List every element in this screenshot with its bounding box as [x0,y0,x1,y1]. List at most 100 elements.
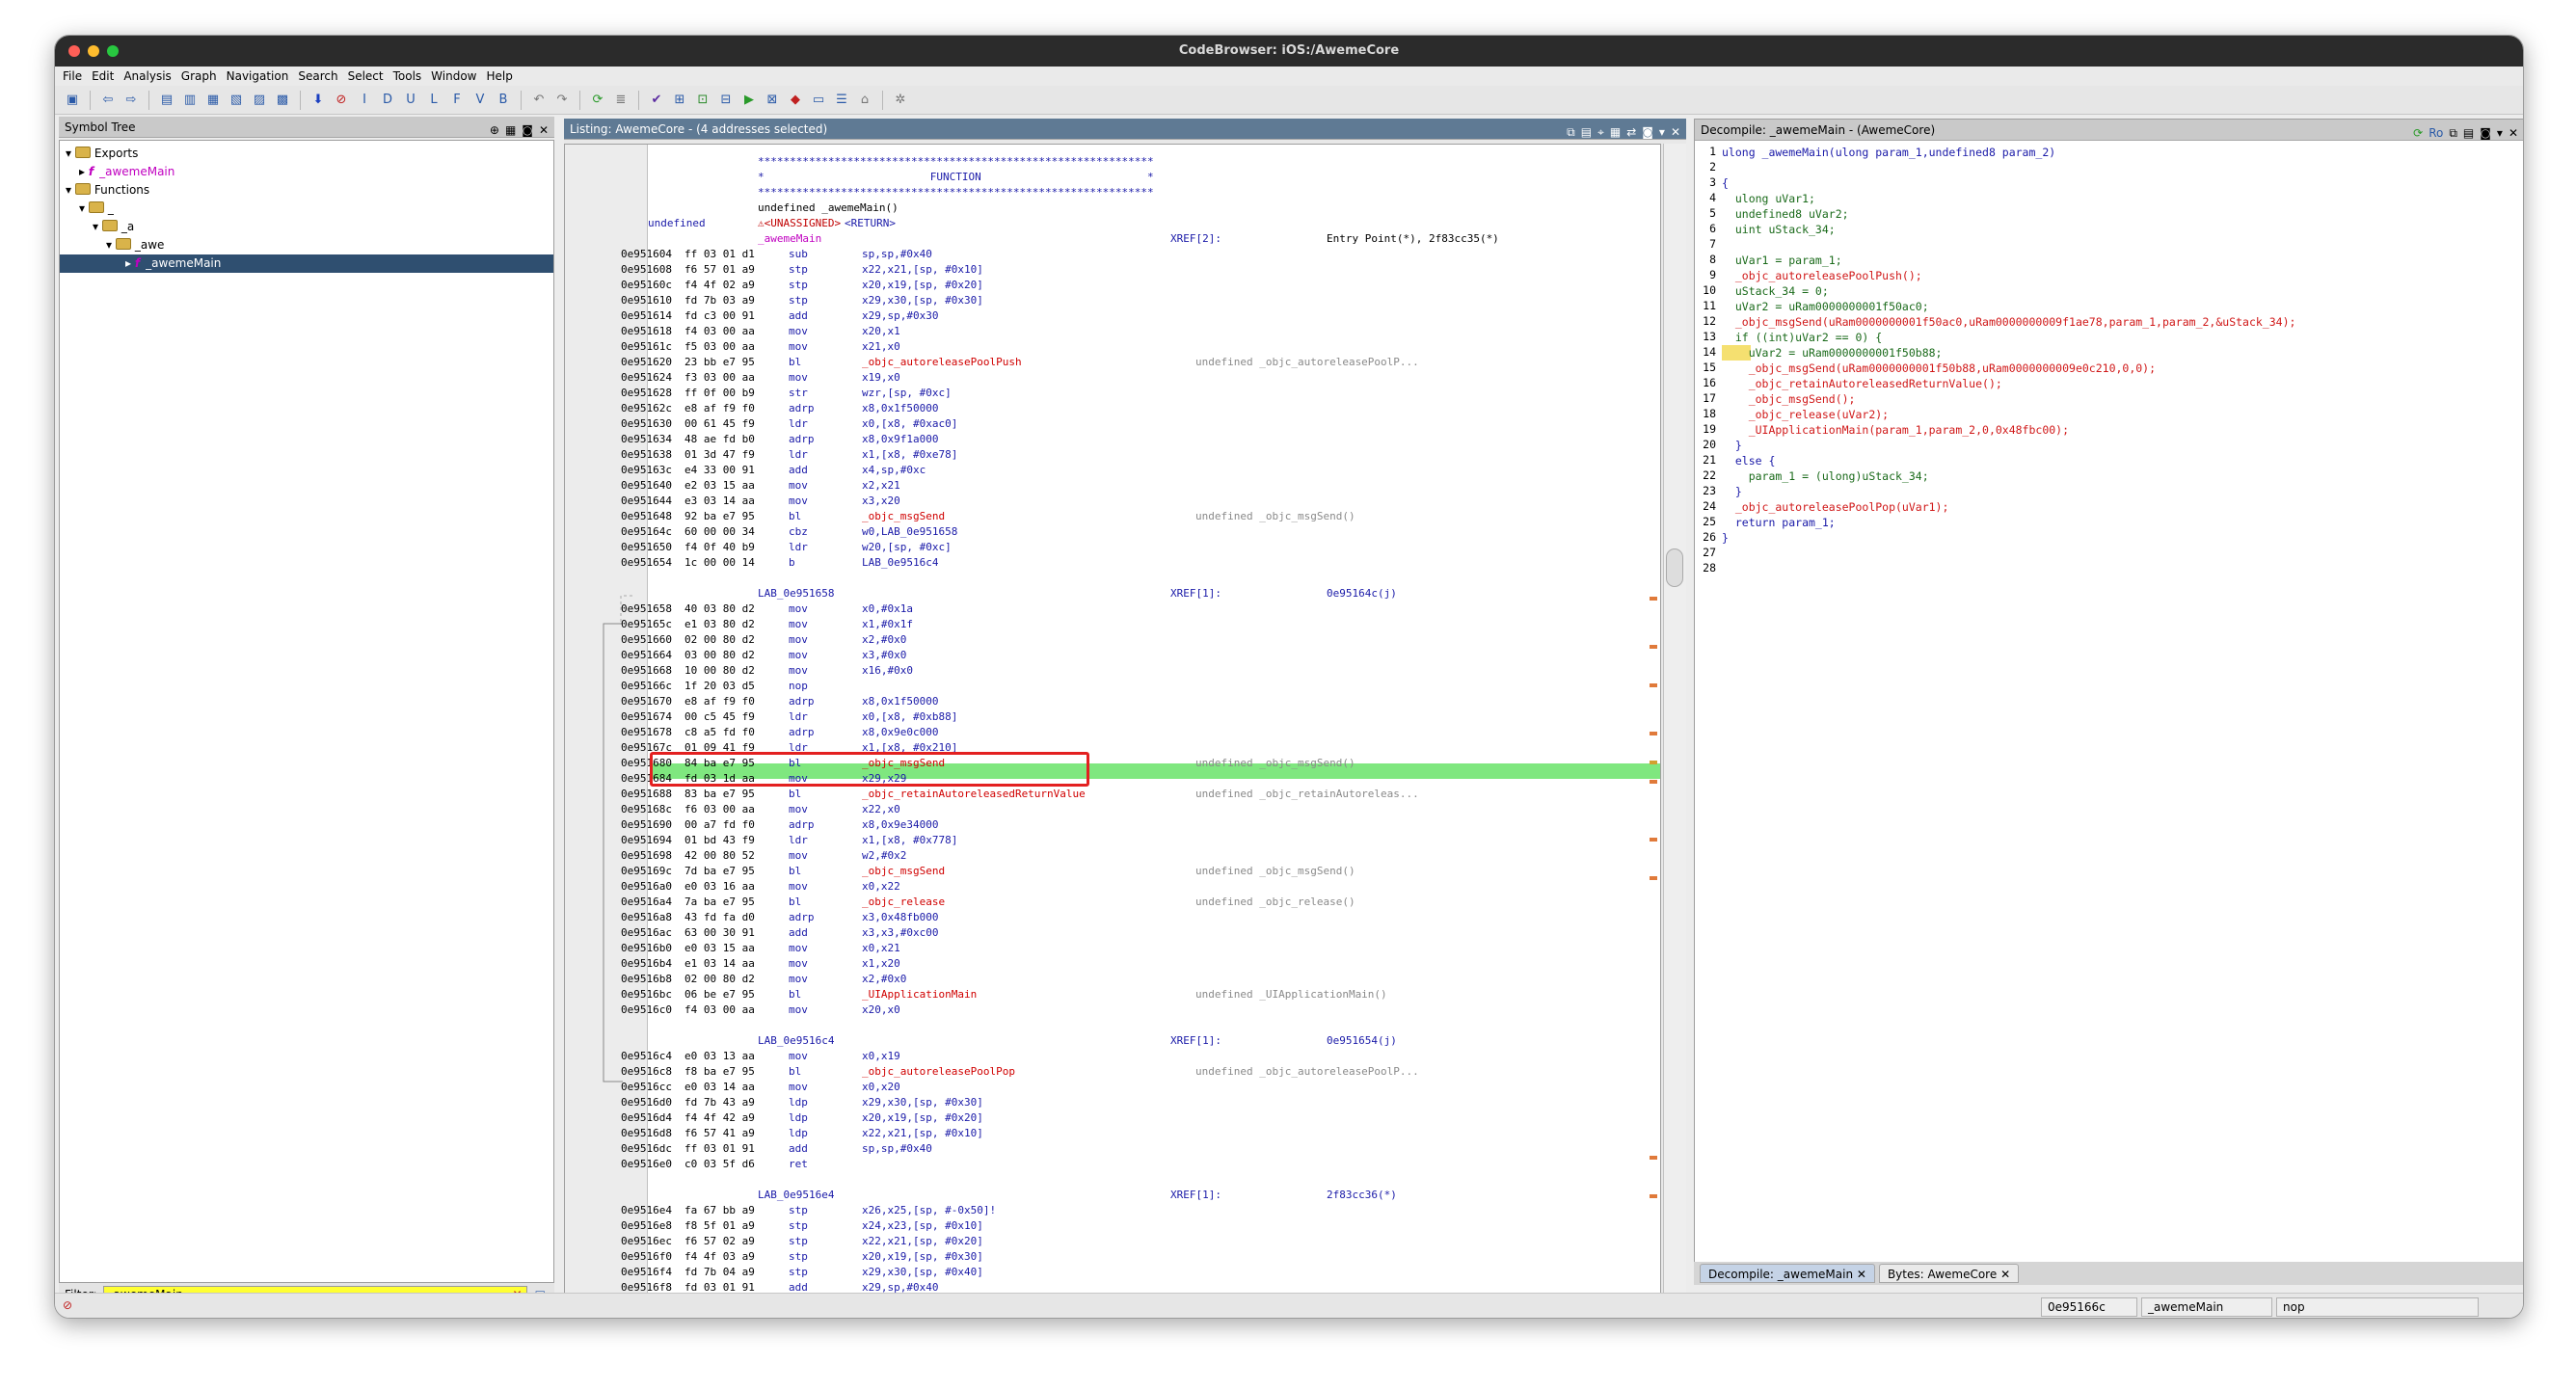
decompile-line[interactable]: _objc_msgSend(uRam0000000001f50b88,uRam0… [1722,361,2156,376]
instruction-line[interactable]: 0e951674 00 c5 45 f9 ldr x0,[x8, #0xb88] [565,709,1577,725]
decompile-line[interactable]: return param_1; [1722,515,1836,530]
tab-bytes[interactable]: Bytes: AwemeCore ✕ [1878,1264,2020,1283]
down-arrow-icon[interactable]: ⬇ [309,91,328,110]
decompiled-code[interactable]: 1 ulong _awemeMain(ulong param_1,undefine… [1695,141,2523,1272]
decompile-line[interactable]: if ((int)uVar2 == 0) { [1722,330,1882,345]
copy-icon[interactable]: ⧉ [1567,121,1575,143]
decompile-line[interactable]: _objc_msgSend(); [1722,391,1856,407]
decompile-line[interactable]: _objc_msgSend(uRam0000000001f50ac0,uRam0… [1722,314,2296,330]
menu-file[interactable]: File [63,67,82,86]
decompile-line[interactable]: _objc_release(uVar2); [1722,407,1889,422]
instruction-line[interactable]: 0e951698 42 00 80 52 mov w2,#0x2 [565,848,1577,864]
zoom-window-button[interactable] [107,45,119,57]
tree-item-underscore[interactable]: ▾ _ [60,200,553,218]
instruction-line[interactable]: 0e9516ac 63 00 30 91 add x3,x3,#0xc00 [565,925,1577,941]
close-panel-icon[interactable]: ✕ [539,120,549,141]
instruction-line[interactable]: 0e95165c e1 03 80 d2 mov x1,#0x1f [565,617,1577,632]
instruction-line[interactable]: 0e951670 e8 af f9 f0 adrp x8,0x1f50000 [565,694,1577,709]
instruction-line[interactable]: 0e951644 e3 03 14 aa mov x3,x20 [565,494,1577,509]
instruction-line[interactable]: 0e951608 f6 57 01 a9 stp x22,x21,[sp, #0x10… [565,262,1577,278]
label-nav-icon[interactable]: L [424,91,443,110]
function-nav-icon[interactable]: F [447,91,467,110]
save-icon[interactable]: ▣ [63,91,82,110]
tree-item-functions[interactable]: ▾ Functions [60,181,553,200]
instruction-line[interactable]: 0e9516f0 f4 4f 03 a9 stp x20,x19,[sp, #0x30… [565,1249,1577,1265]
instruction-line[interactable]: 0e95169c 7d ba e7 95 bl _objc_msgSend undefi… [565,864,1577,879]
instruction-line[interactable]: 0e951668 10 00 80 d2 mov x16,#0x0 [565,663,1577,679]
undo-icon[interactable]: ↶ [529,91,549,110]
instruction-line[interactable]: 0e951654 1c 00 00 14 b LAB_0e9516c4 [565,555,1577,571]
selected-instruction[interactable]: 0e95166c 1f 20 03 d5 nop [565,679,1577,694]
data-nav-icon[interactable]: D [378,91,397,110]
instruction-line[interactable]: 0e95162c e8 af f9 f0 adrp x8,0x1f50000 [565,401,1577,416]
decompile-line[interactable]: { [1722,175,1729,191]
bookmarks-icon[interactable]: ◆ [786,91,805,110]
decompile-line[interactable]: uVar2 = uRam0000000001f50b88; [1722,345,1943,361]
nav-label-icon[interactable]: ▧ [227,91,246,110]
paste-icon[interactable]: ▤ [1581,121,1592,143]
new-namespace-icon[interactable]: ⊕ [490,120,499,141]
menu-analysis[interactable]: Analysis [123,67,171,86]
stop-icon[interactable]: ⊘ [332,91,351,110]
instruction-line[interactable]: 0e951660 02 00 80 d2 mov x2,#0x0 [565,632,1577,648]
instruction-line[interactable]: 0e951604 ff 03 01 d1 sub sp,sp,#0x40 [565,247,1577,262]
menu-help[interactable]: Help [487,67,513,86]
instruction-line[interactable]: 0e9516e0 c0 03 5f d6 ret [565,1157,1577,1172]
listing-scrollbar[interactable] [1663,144,1686,1304]
instruction-line[interactable]: 0e951678 c8 a5 fd f0 adrp x8,0x9e0c000 [565,725,1577,740]
tree-item-function-awememain[interactable]: ▸ f _awemeMain [60,254,553,273]
instruction-line[interactable]: 0e9516d4 f4 4f 42 a9 ldp x20,x19,[sp, #0x20… [565,1110,1577,1126]
instruction-line[interactable]: 0e9516e8 f8 5f 01 a9 stp x24,x23,[sp, #0x10… [565,1218,1577,1234]
menu-select[interactable]: Select [348,67,384,86]
decompile-line[interactable]: else { [1722,453,1776,468]
expand-icon[interactable]: ▾ [79,201,85,215]
instruction-line[interactable]: 0e951648 92 ba e7 95 bl _objc_msgSend undefi… [565,509,1577,524]
instruction-line[interactable]: 0e951664 03 00 80 d2 mov x3,#0x0 [565,648,1577,663]
instruction-line[interactable]: 0e95160c f4 4f 02 a9 stp x20,x19,[sp, #0x20… [565,278,1577,293]
instruction-line[interactable]: 0e951694 01 bd 43 f9 ldr x1,[x8, #0x778] [565,833,1577,848]
collapse-icon[interactable]: ▸ [125,256,131,270]
instruction-line[interactable]: 0e9516ec f6 57 02 a9 stp x22,x21,[sp, #0x20… [565,1234,1577,1249]
instruction-line[interactable]: 0e9516a4 7a ba e7 95 bl _objc_release undefi… [565,895,1577,910]
label-line[interactable]: LAB_0e9516c4 XREF[1]: 0e951654(j) [565,1033,1577,1049]
snapshot-icon[interactable]: ◙ [522,120,533,141]
tree-item-awe[interactable]: ▾ _awe [60,236,553,254]
instruction-line[interactable]: 0e951618 f4 03 00 aa mov x20,x1 [565,324,1577,339]
program-tree-icon[interactable]: ☰ [832,91,851,110]
refresh-icon[interactable]: ⟳ [588,91,607,110]
decompile-line[interactable]: uVar2 = uRam0000000001f50ac0; [1722,299,1929,314]
instruction-line[interactable]: 0e95164c 60 00 00 34 cbz w0,LAB_0e951658 [565,524,1577,540]
instruction-line[interactable]: 0e9516d0 fd 7b 43 a9 ldp x29,x30,[sp, #0x30… [565,1095,1577,1110]
menu-graph[interactable]: Graph [181,67,217,86]
script-manager-icon[interactable]: ▶ [739,91,759,110]
instruction-line[interactable]: 0e9516f4 fd 7b 04 a9 stp x29,x30,[sp, #0x40… [565,1265,1577,1280]
decompile-line[interactable]: _UIApplicationMain(param_1,param_2,0,0x4… [1722,422,2069,438]
instruction-line[interactable]: 0e951628 ff 0f 00 b9 str wzr,[sp, #0xc] [565,386,1577,401]
instruction-line[interactable]: 0e9516d8 f6 57 41 a9 ldp x22,x21,[sp, #0x10… [565,1126,1577,1141]
close-window-button[interactable] [68,45,80,57]
instruction-line[interactable]: 0e951650 f4 0f 40 b9 ldr w20,[sp, #0xc] [565,540,1577,555]
help-icon[interactable]: ✲ [891,91,910,110]
instruction-line[interactable]: 0e9516e4 fa 67 bb a9 stp x26,x25,[sp, #-0x5… [565,1203,1577,1218]
instruction-line[interactable]: 0e95161c f5 03 00 aa mov x21,x0 [565,339,1577,355]
instruction-line[interactable]: 0e951690 00 a7 fd f0 adrp x8,0x9e34000 [565,817,1577,833]
instruction-line[interactable]: 0e9516a0 e0 03 16 aa mov x0,x22 [565,879,1577,895]
close-tab-icon[interactable]: ✕ [1857,1268,1866,1281]
instruction-line[interactable]: 0e951614 fd c3 00 91 add x29,sp,#0x30 [565,308,1577,324]
menu-search[interactable]: Search [298,67,337,86]
listing-icon[interactable]: ≣ [611,91,631,110]
decompile-line[interactable]: } [1722,484,1742,499]
expand-icon[interactable]: ▾ [66,183,71,197]
function-header-line[interactable]: ****************************************… [565,185,1577,200]
instruction-line[interactable]: 0e951634 48 ae fd b0 adrp x8,0x9f1a000 [565,432,1577,447]
decompile-icon[interactable]: ⊡ [693,91,712,110]
instruction-line[interactable]: 0e95163c e4 33 00 91 add x4,sp,#0xc [565,463,1577,478]
redo-icon[interactable]: ↷ [552,91,572,110]
instruction-line[interactable]: 0e9516a8 43 fd fa d0 adrp x3,0x48fb000 [565,910,1577,925]
console-icon[interactable]: ⊘ [63,1298,72,1312]
instruction-line[interactable]: 0e951688 83 ba e7 95 bl _objc_retainAutorel… [565,787,1577,802]
menu-tools[interactable]: Tools [393,67,422,86]
checkmark-icon[interactable]: ✔ [647,91,666,110]
decompile-line[interactable]: ulong uVar1; [1722,191,1815,206]
label-line[interactable]: LAB_0e9516e4 XREF[1]: 2f83cc36(*) [565,1188,1577,1203]
